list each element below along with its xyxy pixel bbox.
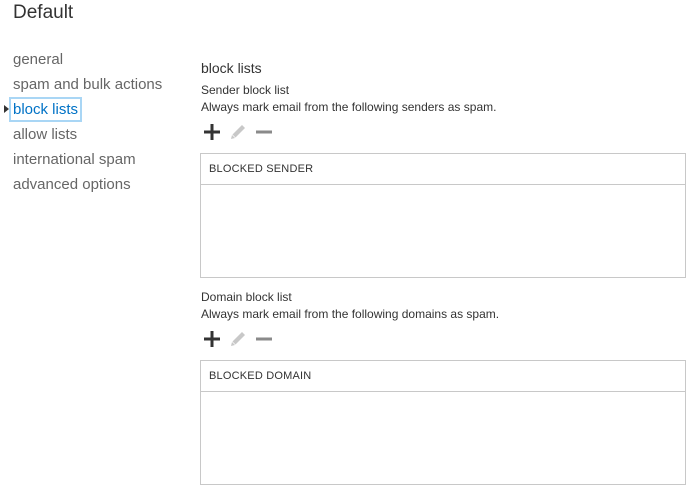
nav-item-label: general (13, 51, 64, 68)
domain-column-header[interactable]: BLOCKED DOMAIN (201, 361, 685, 392)
sender-list[interactable]: BLOCKED SENDER (200, 153, 686, 278)
domain-list-description: Always mark email from the following dom… (201, 307, 500, 321)
plus-icon (204, 124, 220, 140)
nav-item-allow-lists[interactable]: allow lists (0, 122, 180, 147)
sender-toolbar (202, 122, 274, 142)
sender-edit-button[interactable] (228, 122, 248, 142)
selected-arrow-icon (4, 105, 9, 113)
minus-icon (256, 130, 272, 134)
minus-icon (256, 337, 272, 341)
nav-item-spam-and-bulk-actions[interactable]: spam and bulk actions (0, 72, 180, 97)
domain-toolbar (202, 329, 274, 349)
sender-column-header[interactable]: BLOCKED SENDER (201, 154, 685, 185)
nav-item-international-spam[interactable]: international spam (0, 147, 180, 172)
domain-list[interactable]: BLOCKED DOMAIN (200, 360, 686, 485)
sender-remove-button[interactable] (254, 122, 274, 142)
domain-list-body[interactable] (201, 392, 685, 484)
nav-item-general[interactable]: general (0, 47, 180, 72)
nav-item-block-lists[interactable]: block lists (0, 97, 180, 122)
nav-item-advanced-options[interactable]: advanced options (0, 172, 180, 197)
pencil-icon (231, 332, 245, 346)
section-heading: block lists (201, 60, 262, 76)
sender-add-button[interactable] (202, 122, 222, 142)
sender-list-description: Always mark email from the following sen… (201, 100, 497, 114)
nav-item-label: spam and bulk actions (13, 76, 163, 93)
domain-edit-button[interactable] (228, 329, 248, 349)
nav-item-label: block lists (9, 97, 83, 122)
plus-icon (204, 331, 220, 347)
nav-item-label: advanced options (13, 176, 131, 193)
settings-nav: general spam and bulk actions block list… (0, 47, 180, 197)
nav-item-label: allow lists (13, 126, 78, 143)
domain-list-title: Domain block list (201, 290, 292, 304)
domain-add-button[interactable] (202, 329, 222, 349)
page-title: Default (13, 2, 74, 23)
sender-list-body[interactable] (201, 185, 685, 277)
pencil-icon (231, 125, 245, 139)
domain-remove-button[interactable] (254, 329, 274, 349)
sender-list-title: Sender block list (201, 83, 290, 97)
nav-item-label: international spam (13, 151, 136, 168)
